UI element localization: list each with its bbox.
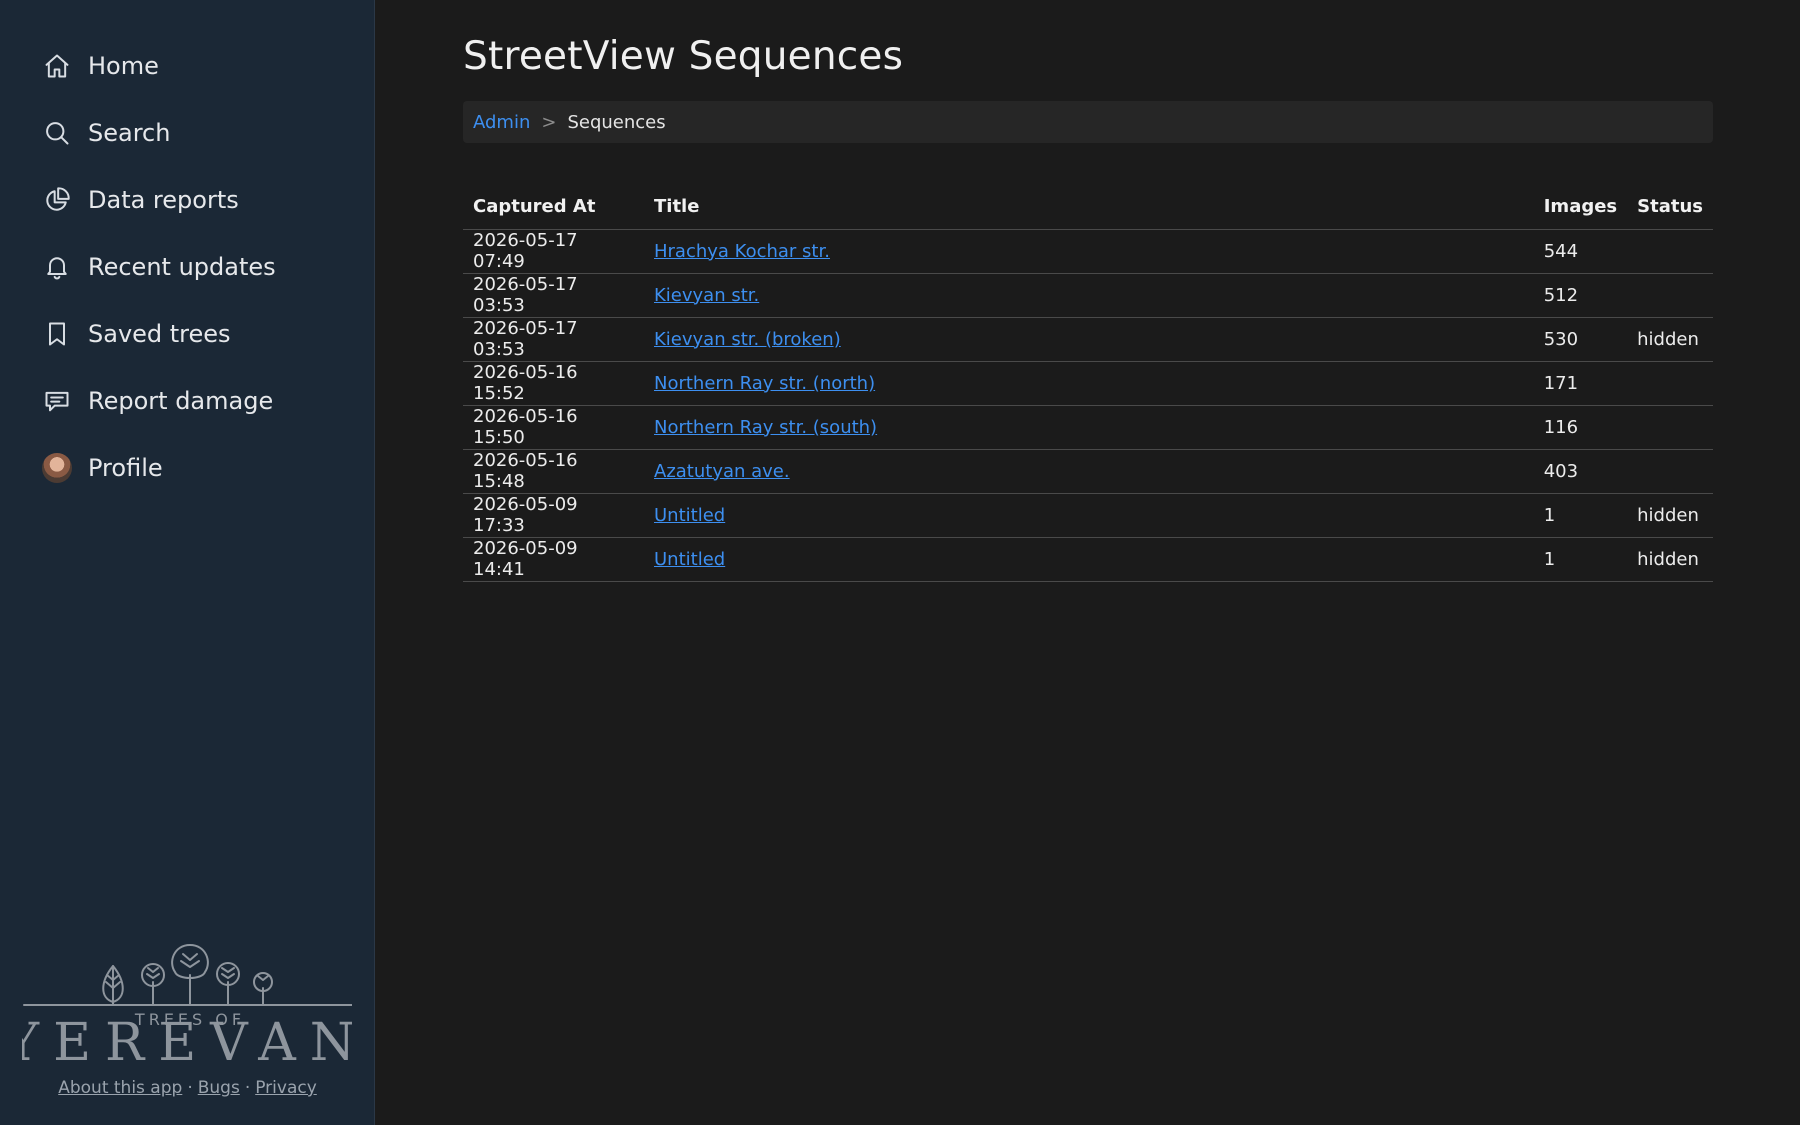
status-cell xyxy=(1627,361,1713,406)
sidebar-item-label: Recent updates xyxy=(88,252,276,281)
column-header-title: Title xyxy=(644,185,1534,230)
table-row: 2026-05-17 03:53 Kievyan str. (broken) 5… xyxy=(463,317,1713,362)
status-cell xyxy=(1627,405,1713,450)
sidebar-item-report-damage[interactable]: Report damage xyxy=(0,367,374,434)
table-row: 2026-05-16 15:50 Northern Ray str. (sout… xyxy=(463,405,1713,450)
footer-separator: · xyxy=(187,1078,193,1098)
sidebar-footer: About this app · Bugs · Privacy xyxy=(0,1078,375,1098)
title-cell: Hrachya Kochar str. xyxy=(644,229,1534,274)
table-row: 2026-05-09 14:41 Untitled 1 hidden xyxy=(463,537,1713,582)
table-row: 2026-05-16 15:52 Northern Ray str. (nort… xyxy=(463,361,1713,406)
sidebar-nav: Home Search Data reports Recent updates … xyxy=(0,0,374,501)
footer-separator: · xyxy=(244,1078,251,1098)
table-row: 2026-05-17 07:49 Hrachya Kochar str. 544 xyxy=(463,229,1713,274)
title-cell: Azatutyan ave. xyxy=(644,449,1534,494)
images-cell: 171 xyxy=(1533,361,1628,406)
status-cell xyxy=(1627,229,1713,274)
bugs-link[interactable]: Bugs xyxy=(198,1078,240,1098)
column-header-captured-at: Captured At xyxy=(463,185,644,230)
pie-chart-icon xyxy=(42,185,72,215)
images-cell: 530 xyxy=(1533,317,1628,362)
captured-at-cell: 2026-05-16 15:48 xyxy=(463,449,644,494)
captured-at-cell: 2026-05-17 03:53 xyxy=(463,317,644,362)
sidebar-item-profile[interactable]: Profile xyxy=(0,434,374,501)
column-header-images: Images xyxy=(1533,185,1628,230)
breadcrumb-separator: > xyxy=(541,111,557,133)
status-cell: hidden xyxy=(1627,537,1713,582)
title-cell: Northern Ray str. (south) xyxy=(644,405,1534,450)
sidebar-item-recent-updates[interactable]: Recent updates xyxy=(0,233,374,300)
sidebar-item-label: Saved trees xyxy=(88,319,231,348)
status-cell xyxy=(1627,273,1713,318)
title-cell: Untitled xyxy=(644,537,1534,582)
status-cell xyxy=(1627,449,1713,494)
title-cell: Kievyan str. (broken) xyxy=(644,317,1534,362)
captured-at-cell: 2026-05-16 15:52 xyxy=(463,361,644,406)
breadcrumb: Admin > Sequences xyxy=(463,101,1713,143)
sequence-title-link[interactable]: Northern Ray str. (north) xyxy=(654,373,875,394)
avatar xyxy=(42,452,72,483)
sequence-title-link[interactable]: Untitled xyxy=(654,549,725,570)
sequence-title-link[interactable]: Kievyan str. (broken) xyxy=(654,329,841,350)
search-icon xyxy=(42,118,72,148)
trees-of-yerevan-logo: TREES OF YEREVAN xyxy=(22,920,352,1060)
page-title: StreetView Sequences xyxy=(463,34,904,79)
privacy-link[interactable]: Privacy xyxy=(255,1078,317,1098)
images-cell: 116 xyxy=(1533,405,1628,450)
breadcrumb-current: Sequences xyxy=(567,111,666,133)
sidebar-item-home[interactable]: Home xyxy=(0,32,374,99)
column-header-status: Status xyxy=(1627,185,1713,230)
home-icon xyxy=(42,51,72,81)
breadcrumb-admin-link[interactable]: Admin xyxy=(473,112,530,133)
sidebar-item-label: Search xyxy=(88,118,171,147)
images-cell: 512 xyxy=(1533,273,1628,318)
images-cell: 544 xyxy=(1533,229,1628,274)
sequences-table: Captured At Title Images Status 2026-05-… xyxy=(463,185,1713,582)
sidebar-item-data-reports[interactable]: Data reports xyxy=(0,166,374,233)
table-row: 2026-05-09 17:33 Untitled 1 hidden xyxy=(463,493,1713,538)
sidebar-item-label: Report damage xyxy=(88,386,274,415)
main-content: StreetView Sequences Admin > Sequences C… xyxy=(463,0,1713,582)
sidebar-item-saved-trees[interactable]: Saved trees xyxy=(0,300,374,367)
sidebar-item-label: Home xyxy=(88,51,159,80)
sidebar-item-search[interactable]: Search xyxy=(0,99,374,166)
logo-text-bottom: YEREVAN xyxy=(22,1013,352,1060)
title-cell: Northern Ray str. (north) xyxy=(644,361,1534,406)
bookmark-icon xyxy=(42,319,72,349)
sequence-title-link[interactable]: Northern Ray str. (south) xyxy=(654,417,877,438)
status-cell: hidden xyxy=(1627,493,1713,538)
table-row: 2026-05-16 15:48 Azatutyan ave. 403 xyxy=(463,449,1713,494)
captured-at-cell: 2026-05-17 07:49 xyxy=(463,229,644,274)
bell-icon xyxy=(42,252,72,282)
about-link[interactable]: About this app xyxy=(58,1078,182,1098)
images-cell: 403 xyxy=(1533,449,1628,494)
message-icon xyxy=(42,386,72,416)
table-header-row: Captured At Title Images Status xyxy=(463,185,1713,230)
sequence-title-link[interactable]: Hrachya Kochar str. xyxy=(654,241,830,262)
captured-at-cell: 2026-05-09 17:33 xyxy=(463,493,644,538)
sidebar-item-label: Data reports xyxy=(88,185,239,214)
sequence-title-link[interactable]: Untitled xyxy=(654,505,725,526)
images-cell: 1 xyxy=(1533,493,1628,538)
sidebar-item-label: Profile xyxy=(88,453,163,482)
sidebar: Home Search Data reports Recent updates … xyxy=(0,0,375,1125)
sequence-title-link[interactable]: Azatutyan ave. xyxy=(654,461,790,482)
captured-at-cell: 2026-05-17 03:53 xyxy=(463,273,644,318)
tree-illustration xyxy=(23,944,352,1006)
status-cell: hidden xyxy=(1627,317,1713,362)
title-cell: Untitled xyxy=(644,493,1534,538)
captured-at-cell: 2026-05-09 14:41 xyxy=(463,537,644,582)
title-cell: Kievyan str. xyxy=(644,273,1534,318)
table-row: 2026-05-17 03:53 Kievyan str. 512 xyxy=(463,273,1713,318)
images-cell: 1 xyxy=(1533,537,1628,582)
sequence-title-link[interactable]: Kievyan str. xyxy=(654,285,759,306)
captured-at-cell: 2026-05-16 15:50 xyxy=(463,405,644,450)
